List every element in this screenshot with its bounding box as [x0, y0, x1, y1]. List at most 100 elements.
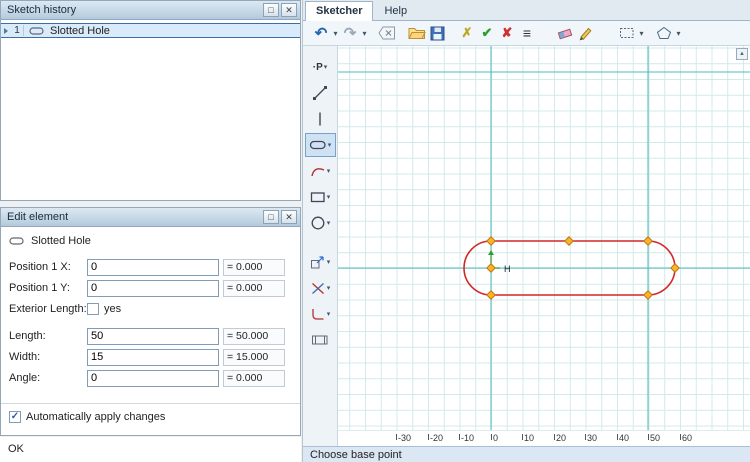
shape-handle[interactable]	[564, 236, 574, 246]
dimension-tool-icon	[312, 335, 328, 345]
exterior-length-label: Exterior Length:	[9, 303, 87, 315]
tool-corner[interactable]: ▾	[305, 302, 336, 326]
close-button[interactable]: ✕	[281, 3, 297, 17]
position-1y-computed: = 0.000	[223, 279, 285, 297]
history-row-slotted-hole[interactable]: 1 Slotted Hole	[1, 23, 300, 38]
shape-handle[interactable]	[486, 290, 496, 300]
chevron-down-icon: ▾	[333, 28, 338, 38]
angle-label: Angle:	[9, 372, 41, 384]
tool-dimension[interactable]	[305, 328, 336, 352]
sketcher-window: Sketcher Help ↶ ▾ ↷ ▾ ✗ ✔ ✘ ≡ ▾ ▾ ·P ▾ ▾…	[302, 0, 750, 462]
shape-mode-button[interactable]	[654, 23, 674, 43]
chevron-down-icon[interactable]: ▾	[324, 63, 328, 71]
ruler-tick: 30	[585, 433, 598, 443]
position-1x-computed: = 0.000	[223, 258, 285, 276]
ruler-tick: -10	[459, 433, 475, 443]
transform-tool-icon	[310, 256, 324, 269]
status-bar: Choose base point	[303, 446, 750, 462]
apply-button[interactable]: ✔	[477, 23, 497, 43]
chevron-down-icon[interactable]: ▾	[327, 219, 331, 227]
scroll-up-button[interactable]: ▲	[736, 48, 748, 60]
discard-button[interactable]: ✗	[457, 23, 477, 43]
ruler-tick: 40	[617, 433, 630, 443]
auto-apply-row: ✓ Automatically apply changes	[1, 408, 300, 426]
angle-computed: = 0.000	[223, 369, 285, 387]
tool-point[interactable]: ·P ▾	[305, 55, 336, 79]
chevron-down-icon[interactable]: ▾	[327, 258, 331, 266]
delete-input-button[interactable]	[377, 23, 397, 43]
cancel-button[interactable]: ✘	[497, 23, 517, 43]
shape-mode-dropdown[interactable]: ▾	[674, 29, 683, 38]
open-folder-icon	[408, 28, 426, 39]
redo-dropdown[interactable]: ▾	[360, 29, 369, 38]
tool-trim[interactable]: ▾	[305, 276, 336, 300]
line-tool-icon	[313, 86, 327, 100]
ruler-tick: 60	[680, 433, 693, 443]
ruler-tick: 20	[554, 433, 567, 443]
sketch-history-title: Sketch history	[7, 4, 77, 16]
auto-apply-checkbox[interactable]: ✓	[9, 411, 21, 423]
selection-mode-dropdown[interactable]: ▾	[637, 29, 646, 38]
shape-handle[interactable]	[670, 263, 680, 273]
open-button[interactable]	[407, 23, 427, 43]
chevron-down-icon[interactable]: ▾	[327, 167, 331, 175]
tab-help[interactable]: Help	[373, 1, 418, 20]
tool-arc[interactable]: ▾	[305, 159, 336, 183]
edit-element-titlebar[interactable]: Edit element □ ✕	[1, 208, 300, 227]
position-1y-input[interactable]	[87, 279, 219, 297]
sketch-history-titlebar[interactable]: Sketch history □ ✕	[1, 1, 300, 20]
backspace-icon	[378, 26, 395, 40]
angle-input[interactable]	[87, 369, 219, 387]
form-row: Position 1 Y: = 0.000	[9, 279, 292, 297]
slotted-hole-tool-icon	[309, 140, 326, 150]
chevron-down-icon[interactable]: ▾	[327, 284, 331, 292]
tool-circle[interactable]: ▾	[305, 211, 336, 235]
maximize-button[interactable]: □	[263, 210, 279, 224]
left-status-area: OK	[0, 437, 301, 462]
status-text: Choose base point	[310, 448, 402, 461]
style-pen-button[interactable]	[575, 23, 595, 43]
chevron-down-icon: ▾	[676, 28, 681, 38]
drawing-canvas[interactable]: H ▲	[338, 46, 750, 430]
chevron-down-icon[interactable]: ▾	[327, 193, 331, 201]
save-button[interactable]	[427, 23, 447, 43]
shape-handle[interactable]	[486, 236, 496, 246]
tool-vertical-line[interactable]	[305, 107, 336, 131]
chevron-down-icon[interactable]: ▾	[328, 141, 332, 149]
form-row: Angle: = 0.000	[9, 369, 292, 387]
length-computed: = 50.000	[223, 327, 285, 345]
chevron-down-icon: ▾	[639, 28, 644, 38]
tab-sketcher[interactable]: Sketcher	[305, 1, 374, 21]
shape-handle-origin[interactable]	[486, 263, 496, 273]
selection-mode-button[interactable]	[617, 23, 637, 43]
length-input[interactable]	[87, 327, 219, 345]
ok-status-text: OK	[8, 443, 24, 455]
slotted-hole-icon	[29, 26, 45, 36]
maximize-button[interactable]: □	[263, 3, 279, 17]
edit-element-panel: Edit element □ ✕ Slotted Hole Position 1…	[0, 207, 301, 436]
shape-handle[interactable]	[643, 236, 653, 246]
eraser-button[interactable]	[555, 23, 575, 43]
close-button[interactable]: ✕	[281, 210, 297, 224]
tool-line[interactable]	[305, 81, 336, 105]
tool-slotted-hole[interactable]: ▾	[304, 133, 336, 157]
shape-handle[interactable]	[643, 290, 653, 300]
checkmark-icon: ✓	[10, 411, 20, 422]
tool-transform[interactable]: ▾	[305, 250, 336, 274]
exterior-length-option-label: yes	[104, 303, 122, 315]
width-computed: = 15.000	[223, 348, 285, 366]
position-1x-input[interactable]	[87, 258, 219, 276]
width-input[interactable]	[87, 348, 219, 366]
undo-button[interactable]: ↶	[311, 23, 331, 43]
menu-button[interactable]: ≡	[517, 23, 537, 43]
red-cross-icon: ✘	[501, 25, 513, 40]
exterior-length-checkbox[interactable]	[87, 303, 99, 315]
ruler-tick: 50	[648, 433, 661, 443]
tool-rectangle[interactable]: ▾	[305, 185, 336, 209]
pen-icon	[579, 27, 592, 40]
undo-dropdown[interactable]: ▾	[331, 29, 340, 38]
tool-palette: ·P ▾ ▾ ▾ ▾ ▾ ▾ ▾ ▾	[303, 46, 338, 446]
sketch-history-list: 1 Slotted Hole	[1, 20, 300, 38]
chevron-down-icon[interactable]: ▾	[327, 310, 331, 318]
redo-button[interactable]: ↷	[340, 23, 360, 43]
